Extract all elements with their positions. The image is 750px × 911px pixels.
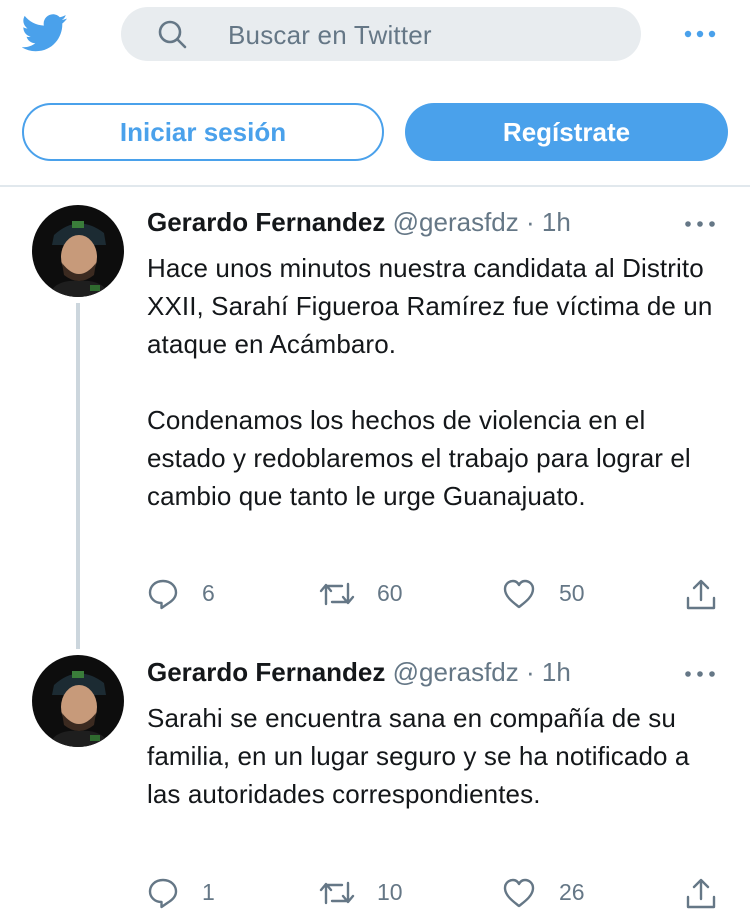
more-horizontal-icon[interactable]: [683, 24, 717, 44]
retweet-button[interactable]: 60: [318, 576, 418, 612]
tweet-actions: 1 10 26: [0, 875, 750, 911]
like-count: 50: [559, 580, 585, 606]
timestamp[interactable]: 1h: [542, 657, 571, 687]
share-button[interactable]: [684, 576, 720, 612]
retweet-icon: [319, 582, 355, 606]
search-icon: [158, 20, 187, 49]
twitter-bird-icon[interactable]: [22, 14, 68, 52]
reply-count: 1: [202, 879, 215, 905]
signup-button[interactable]: Regístrate: [405, 103, 728, 161]
tweet-header: Gerardo Fernandez @gerasfdz · 1h: [147, 655, 571, 689]
share-icon: [686, 579, 716, 610]
retweet-count: 60: [377, 580, 403, 606]
author-handle[interactable]: @gerasfdz: [393, 207, 519, 237]
like-count: 26: [559, 879, 585, 905]
retweet-button[interactable]: 10: [318, 875, 418, 911]
timestamp[interactable]: 1h: [542, 207, 571, 237]
more-options-icon[interactable]: [683, 664, 717, 684]
author-name[interactable]: Gerardo Fernandez: [147, 207, 385, 237]
like-button[interactable]: 26: [502, 875, 602, 911]
top-bar: Buscar en Twitter: [0, 0, 750, 70]
reply-button[interactable]: 1: [147, 875, 227, 911]
tweet-text: Sarahi se encuentra sana en compañía de …: [147, 703, 690, 809]
tweet-text: Hace unos minutos nuestra candidata al D…: [147, 253, 713, 511]
auth-buttons: Iniciar sesión Regístrate: [0, 103, 750, 165]
reply-icon: [148, 878, 178, 909]
share-icon: [686, 878, 716, 909]
tweet-actions: 6 60 50: [0, 576, 750, 612]
author-name[interactable]: Gerardo Fernandez: [147, 657, 385, 687]
reply-icon: [148, 579, 178, 610]
heart-icon: [503, 579, 535, 609]
avatar[interactable]: [32, 205, 124, 297]
login-button[interactable]: Iniciar sesión: [22, 103, 384, 161]
share-button[interactable]: [684, 875, 720, 911]
retweet-icon: [319, 881, 355, 905]
separator-dot: ·: [526, 657, 535, 687]
like-button[interactable]: 50: [502, 576, 602, 612]
retweet-count: 10: [377, 879, 403, 905]
divider: [0, 185, 750, 187]
avatar[interactable]: [32, 655, 124, 747]
heart-icon: [503, 878, 535, 908]
reply-button[interactable]: 6: [147, 576, 227, 612]
reply-count: 6: [202, 580, 215, 606]
tweet-header: Gerardo Fernandez @gerasfdz · 1h: [147, 205, 571, 239]
more-options-icon[interactable]: [683, 214, 717, 234]
author-handle[interactable]: @gerasfdz: [393, 657, 519, 687]
search-placeholder: Buscar en Twitter: [228, 20, 432, 50]
search-input[interactable]: Buscar en Twitter: [121, 7, 641, 61]
separator-dot: ·: [526, 207, 535, 237]
